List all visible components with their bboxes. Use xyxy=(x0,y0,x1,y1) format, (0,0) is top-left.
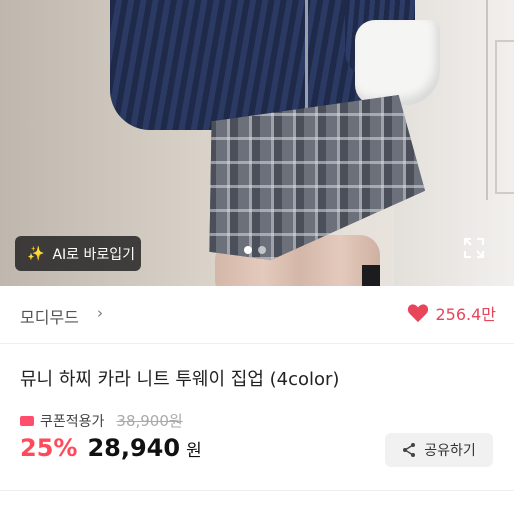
original-price: 38,900원 xyxy=(116,412,183,430)
boot xyxy=(362,265,380,286)
discount-rate: 25% xyxy=(20,434,78,462)
expand-icon[interactable] xyxy=(463,237,485,259)
heart-icon xyxy=(408,304,429,323)
like-count: 256.4만 xyxy=(435,305,496,324)
divider xyxy=(0,490,514,491)
product-title: 뮤니 하찌 카라 니트 투웨이 집업 (4color) xyxy=(20,369,340,390)
share-button[interactable]: 공유하기 xyxy=(385,433,493,467)
magic-wand-icon: ✨ xyxy=(27,245,45,262)
coupon-price-row: 쿠폰적용가 38,900원 xyxy=(20,410,183,431)
ai-try-on-label: AI로 바로입기 xyxy=(52,246,135,263)
carousel-dot[interactable] xyxy=(258,246,266,254)
brand-name[interactable]: 모디무드 xyxy=(20,304,79,328)
door-edge xyxy=(486,0,488,200)
door-panel xyxy=(495,40,514,194)
sale-price: 28,940 xyxy=(87,434,181,462)
currency-unit: 원 xyxy=(186,441,202,461)
shirt-cuff xyxy=(355,20,440,105)
share-icon xyxy=(403,443,416,457)
carousel-dot[interactable] xyxy=(244,246,252,254)
price-row: 25% 28,940 원 xyxy=(20,434,202,462)
plaid-skirt xyxy=(209,95,425,260)
like-button[interactable]: 256.4만 xyxy=(407,301,496,325)
product-image[interactable]: ✨ AI로 바로입기 xyxy=(0,0,514,286)
ai-try-on-button[interactable]: ✨ AI로 바로입기 xyxy=(15,236,141,271)
brand-row[interactable]: 모디무드 › 256.4만 xyxy=(0,286,514,344)
chevron-right-icon[interactable]: › xyxy=(97,304,103,322)
coupon-label: 쿠폰적용가 xyxy=(40,413,105,430)
zipper xyxy=(305,0,308,120)
carousel-indicator xyxy=(244,246,266,254)
coupon-icon xyxy=(20,415,34,426)
share-label: 공유하기 xyxy=(424,443,476,459)
